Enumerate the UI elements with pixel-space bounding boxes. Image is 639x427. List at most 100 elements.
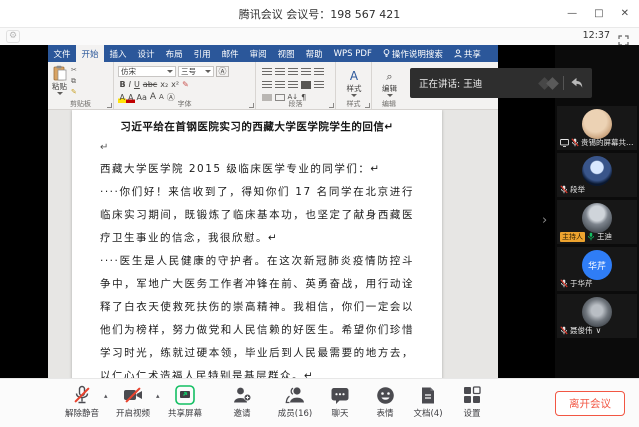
tab-home[interactable]: 开始 bbox=[76, 45, 104, 62]
align-center-icon[interactable] bbox=[275, 81, 285, 89]
justify-icon[interactable] bbox=[301, 81, 311, 89]
underline-button[interactable]: U bbox=[132, 79, 141, 90]
divider bbox=[563, 76, 564, 90]
titlebar: 腾讯会议 会议号：198 567 421 — □ ✕ bbox=[0, 0, 639, 28]
multilevel-list-icon[interactable] bbox=[288, 68, 298, 76]
tab-review[interactable]: 审阅 bbox=[244, 45, 272, 62]
clipboard-icon bbox=[52, 65, 67, 81]
avatar bbox=[582, 109, 612, 139]
avatar-initials: 华芹 bbox=[588, 259, 606, 272]
styles-button[interactable]: A 样式 bbox=[340, 70, 368, 97]
document-page[interactable]: 习近平给在首钢医院实习的西藏大学医学院学生的回信↵ ↵ 西藏大学医学院 2015… bbox=[72, 110, 442, 378]
increase-indent-icon[interactable] bbox=[314, 68, 324, 76]
bold-button[interactable]: B bbox=[118, 79, 127, 90]
ribbon-group-styles: A 样式 样式 bbox=[336, 62, 372, 109]
participant-tile-host[interactable]: 主持人 王迪 bbox=[557, 200, 637, 244]
maximize-icon[interactable]: □ bbox=[594, 9, 603, 19]
mic-active-icon bbox=[587, 232, 595, 241]
sidebar-collapse-icon[interactable]: › bbox=[542, 213, 547, 228]
participant-name: 王迪 bbox=[597, 231, 612, 242]
cut-icon[interactable]: ✂ bbox=[71, 65, 77, 75]
align-left-icon[interactable] bbox=[262, 81, 272, 89]
settings-button[interactable]: 设置 bbox=[444, 385, 500, 419]
clipboard-dialog-launcher[interactable] bbox=[107, 103, 112, 108]
numbering-icon[interactable] bbox=[275, 68, 285, 76]
copy-icon[interactable]: ⧉ bbox=[71, 76, 77, 86]
tab-insert[interactable]: 插入 bbox=[104, 45, 132, 62]
tab-references[interactable]: 引用 bbox=[188, 45, 216, 62]
chevron-down-icon[interactable]: ∨ bbox=[596, 326, 602, 335]
paragraph-dialog-launcher[interactable] bbox=[329, 103, 334, 108]
participant-tile[interactable]: 聂俊伟 ∨ bbox=[557, 294, 637, 338]
logo-icon bbox=[546, 77, 559, 90]
line-spacing-icon[interactable] bbox=[314, 81, 324, 89]
leave-meeting-button[interactable]: 离开会议 bbox=[555, 391, 625, 416]
host-badge: 主持人 bbox=[560, 232, 585, 242]
unmute-button[interactable]: 解除静音 bbox=[54, 385, 110, 419]
text-effects-icon[interactable]: ✎ bbox=[181, 79, 191, 90]
mic-muted-icon bbox=[560, 279, 568, 288]
share-screen-button[interactable]: 共享屏幕 bbox=[157, 385, 213, 419]
tab-help[interactable]: 帮助 bbox=[300, 45, 328, 62]
document-title: 习近平给在首钢医院实习的西藏大学医学院学生的回信↵ bbox=[100, 116, 414, 138]
meeting-subbar: ⚙ 12:37 bbox=[0, 28, 639, 45]
tab-view[interactable]: 视图 bbox=[272, 45, 300, 62]
invite-button[interactable]: 邀请 bbox=[214, 385, 270, 419]
editing-button[interactable]: ⌕ 编辑 bbox=[376, 70, 403, 97]
tab-design[interactable]: 设计 bbox=[132, 45, 160, 62]
paste-dropdown-icon[interactable] bbox=[57, 92, 63, 95]
ribbon-group-font: 仿宋 三号 Ⓐ B I U abc x₂ x² ✎ A bbox=[114, 62, 256, 109]
bullets-icon[interactable] bbox=[262, 68, 272, 76]
share-screen-icon bbox=[175, 385, 195, 405]
participant-tile[interactable]: 华芹 于华芹 bbox=[557, 247, 637, 291]
tab-share[interactable]: 共享 bbox=[448, 45, 486, 62]
mic-muted-icon bbox=[560, 185, 568, 194]
paste-button[interactable]: 粘贴 bbox=[52, 65, 67, 97]
participant-tile[interactable]: 段举 bbox=[557, 153, 637, 197]
format-painter-icon[interactable]: ✎ bbox=[71, 87, 77, 97]
start-video-button[interactable]: 开启视频 bbox=[105, 385, 161, 419]
participant-name: 聂俊伟 bbox=[570, 325, 593, 336]
paragraph: 西藏大学医学院 2015 级临床医学专业的同学们：↵ bbox=[100, 158, 414, 181]
font-name-select[interactable]: 仿宋 bbox=[118, 66, 176, 77]
ribbon-group-editing: ⌕ 编辑 编辑 bbox=[372, 62, 406, 109]
chevron-down-icon bbox=[387, 94, 393, 97]
document-icon bbox=[420, 386, 436, 405]
speaking-indicator: 正在讲话: 王迪 bbox=[410, 68, 592, 98]
participant-name: 于华芹 bbox=[570, 278, 593, 289]
subscript-button[interactable]: x₂ bbox=[159, 79, 170, 90]
styles-dialog-launcher[interactable] bbox=[365, 103, 370, 108]
lightbulb-icon bbox=[383, 49, 390, 58]
minimize-icon[interactable]: — bbox=[567, 9, 577, 19]
gear-icon[interactable]: ⚙ bbox=[6, 30, 20, 43]
ribbon-group-paragraph: A↓ ¶ 段落 bbox=[256, 62, 336, 109]
superscript-button[interactable]: x² bbox=[170, 79, 181, 90]
close-icon[interactable]: ✕ bbox=[621, 9, 629, 19]
tab-tell-me[interactable]: 操作说明搜索 bbox=[377, 45, 448, 62]
reply-arrow-icon[interactable] bbox=[570, 77, 583, 89]
font-dialog-launcher[interactable] bbox=[249, 103, 254, 108]
font-size-select[interactable]: 三号 bbox=[178, 66, 214, 77]
paragraph: ····医生是人民健康的守护者。在这次新冠肺炎疫情防控斗争中，军地广大医务工作者… bbox=[100, 250, 414, 378]
tab-wps-pdf[interactable]: WPS PDF bbox=[328, 45, 377, 62]
tab-layout[interactable]: 布局 bbox=[160, 45, 188, 62]
participant-name: 段举 bbox=[570, 184, 585, 195]
align-right-icon[interactable] bbox=[288, 81, 298, 89]
chevron-down-icon bbox=[167, 70, 173, 73]
phonetic-guide-icon[interactable]: Ⓐ bbox=[216, 66, 229, 77]
meeting-time: 12:37 bbox=[583, 30, 610, 41]
ribbon-group-clipboard: 粘贴 ✂ ⧉ ✎ 剪贴板 bbox=[48, 62, 114, 109]
participant-tile-screen-share[interactable]: 贵锡的屏幕共… bbox=[557, 106, 637, 150]
strikethrough-button[interactable]: abc bbox=[141, 79, 158, 90]
settings-grid-icon bbox=[463, 386, 481, 404]
person-icon bbox=[454, 49, 462, 58]
window-controls: — □ ✕ bbox=[567, 0, 629, 27]
chevron-down-icon bbox=[351, 94, 357, 97]
decrease-indent-icon[interactable] bbox=[301, 68, 311, 76]
tab-file[interactable]: 文件 bbox=[48, 45, 76, 62]
search-icon: ⌕ bbox=[386, 70, 392, 83]
document-area: 习近平给在首钢医院实习的西藏大学医学院学生的回信↵ ↵ 西藏大学医学院 2015… bbox=[48, 110, 498, 378]
avatar: 华芹 bbox=[582, 250, 612, 280]
tab-mailings[interactable]: 邮件 bbox=[216, 45, 244, 62]
avatar bbox=[582, 297, 612, 327]
